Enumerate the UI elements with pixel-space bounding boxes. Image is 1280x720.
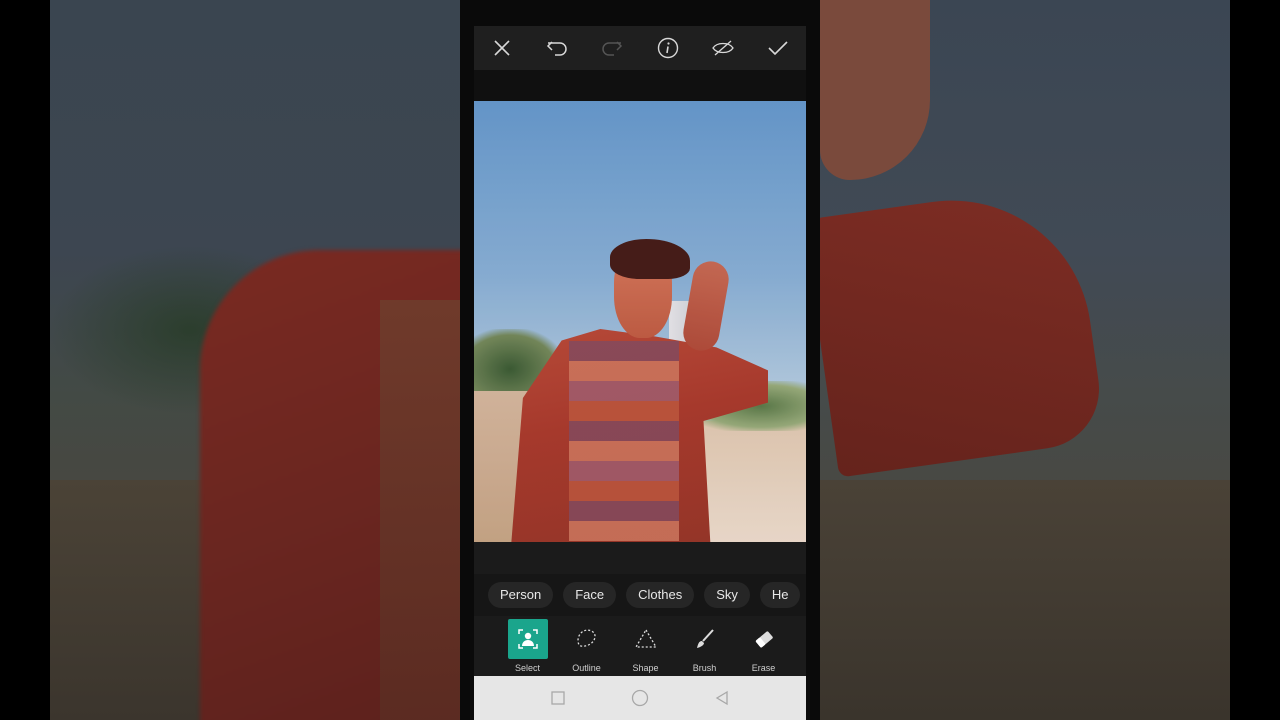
blurred-background-right: [820, 0, 1230, 720]
info-icon: [657, 37, 678, 59]
background-sleeve: [820, 182, 1107, 478]
tool-label: Shape: [632, 663, 659, 673]
info-button[interactable]: [653, 33, 683, 63]
blurred-background-left: [50, 0, 460, 720]
apply-button[interactable]: [763, 33, 793, 63]
tool-select[interactable]: Select: [498, 616, 557, 673]
chip-clothes[interactable]: Clothes: [626, 582, 695, 608]
chip-face[interactable]: Face: [563, 582, 617, 608]
circle-icon: [631, 689, 649, 707]
close-button[interactable]: [487, 33, 517, 63]
background-ground: [820, 480, 1230, 720]
redo-icon: [602, 41, 623, 56]
undo-icon: [546, 41, 567, 56]
selection-chips: Person Face Clothes Sky He: [474, 574, 806, 616]
brush-icon: [685, 619, 725, 659]
top-toolbar: [474, 26, 806, 70]
hide-button[interactable]: [708, 33, 738, 63]
eraser-icon: [744, 619, 784, 659]
tool-label: Brush: [692, 663, 717, 673]
tool-label: Outline: [572, 663, 601, 673]
tool-bar: Select Outline Shape Brush Erase: [474, 616, 806, 676]
hide-icon: [712, 40, 734, 56]
tool-label: Erase: [751, 663, 776, 673]
recents-button[interactable]: [549, 689, 567, 707]
chip-head[interactable]: He: [759, 582, 801, 608]
person-select-icon: [507, 619, 548, 659]
selection-overlay: [474, 101, 806, 542]
background-hand: [820, 0, 930, 180]
back-button[interactable]: [713, 689, 731, 707]
redo-button[interactable]: [597, 33, 627, 63]
check-icon: [768, 41, 788, 56]
tool-outline[interactable]: Outline: [557, 616, 616, 673]
tool-label: Select: [514, 663, 540, 673]
close-icon: [494, 40, 510, 56]
tool-shape[interactable]: Shape: [616, 616, 675, 673]
canvas-padding-bottom: [474, 542, 806, 574]
photo-canvas[interactable]: [474, 101, 806, 542]
tool-brush[interactable]: Brush: [675, 616, 734, 673]
square-icon: [551, 691, 565, 705]
triangle-shape-icon: [626, 619, 666, 659]
chip-person[interactable]: Person: [488, 582, 554, 608]
background-shirt: [380, 300, 460, 720]
home-button[interactable]: [631, 689, 649, 707]
tool-erase[interactable]: Erase: [734, 616, 793, 673]
phone-screen: Person Face Clothes Sky He Select Outlin…: [460, 0, 820, 720]
chip-sky[interactable]: Sky: [704, 582, 750, 608]
system-nav-bar: [474, 676, 806, 720]
undo-button[interactable]: [542, 33, 572, 63]
back-triangle-icon: [715, 690, 728, 706]
lasso-outline-icon: [567, 619, 607, 659]
canvas-padding: [474, 70, 806, 101]
